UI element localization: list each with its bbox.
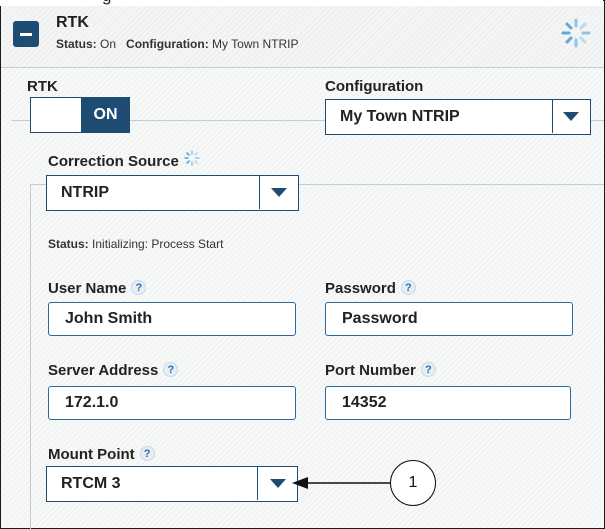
panel-header: RTK Status: On Configuration: My Town NT…	[1, 6, 604, 68]
callout-arrow	[292, 477, 392, 489]
server-address-label: Server Address?	[48, 362, 179, 379]
chevron-down-icon	[563, 112, 579, 121]
mount-point-label-text: Mount Point	[48, 446, 135, 463]
user-name-label-text: User Name	[48, 280, 127, 297]
header-config-value: My Town NTRIP	[212, 37, 299, 51]
help-icon[interactable]: ?	[400, 280, 416, 295]
user-name-field[interactable]: John Smith	[48, 302, 296, 336]
correction-source-dropdown-button[interactable]	[259, 176, 298, 209]
help-icon[interactable]: ?	[420, 362, 436, 377]
chevron-down-icon	[270, 479, 286, 488]
password-label: Password?	[325, 280, 416, 297]
collapse-button[interactable]	[13, 21, 39, 47]
mount-point-selected-value: RTCM 3	[61, 475, 121, 492]
rtk-toggle[interactable]: ON	[30, 97, 130, 133]
server-address-field[interactable]: 172.1.0	[48, 386, 296, 420]
loading-spinner-icon	[184, 150, 200, 166]
loading-spinner-icon	[561, 18, 591, 48]
help-icon[interactable]: ?	[163, 362, 179, 377]
callout-number: 1	[390, 460, 436, 506]
configuration-dropdown-button[interactable]	[552, 100, 590, 133]
header-status: Status: On Configuration: My Town NTRIP	[56, 37, 299, 51]
configuration-label: Configuration	[325, 78, 424, 95]
header-status-value: On	[100, 37, 117, 51]
help-icon[interactable]: ?	[131, 280, 147, 295]
user-name-label: User Name?	[48, 280, 147, 297]
mount-point-label: Mount Point?	[48, 446, 155, 463]
page-title-fragment: g	[96, 0, 118, 5]
status-label: Status:	[48, 237, 89, 251]
header-config-label: Configuration:	[126, 37, 209, 51]
configuration-select[interactable]: My Town NTRIP	[325, 99, 591, 135]
password-field[interactable]: Password	[325, 302, 573, 336]
port-number-label: Port Number?	[325, 362, 436, 379]
mount-point-select[interactable]: RTCM 3	[46, 466, 298, 502]
correction-source-label: Correction Source	[48, 153, 179, 170]
server-address-label-text: Server Address	[48, 362, 159, 379]
connection-status: Status: Initializing: Process Start	[48, 237, 223, 251]
configuration-selected-value: My Town NTRIP	[340, 108, 460, 125]
header-status-label: Status:	[56, 37, 97, 51]
status-value: Initializing: Process Start	[92, 237, 224, 251]
header-title: RTK	[56, 14, 89, 31]
rtk-toggle-on: ON	[81, 98, 130, 132]
rtk-label: RTK	[27, 78, 58, 95]
chevron-down-icon	[271, 188, 287, 197]
correction-source-select[interactable]: NTRIP	[46, 175, 299, 211]
password-label-text: Password	[325, 280, 396, 297]
correction-source-selected-value: NTRIP	[61, 184, 109, 201]
port-number-label-text: Port Number	[325, 362, 416, 379]
help-icon[interactable]: ?	[139, 446, 155, 461]
port-number-field[interactable]: 14352	[325, 386, 571, 420]
